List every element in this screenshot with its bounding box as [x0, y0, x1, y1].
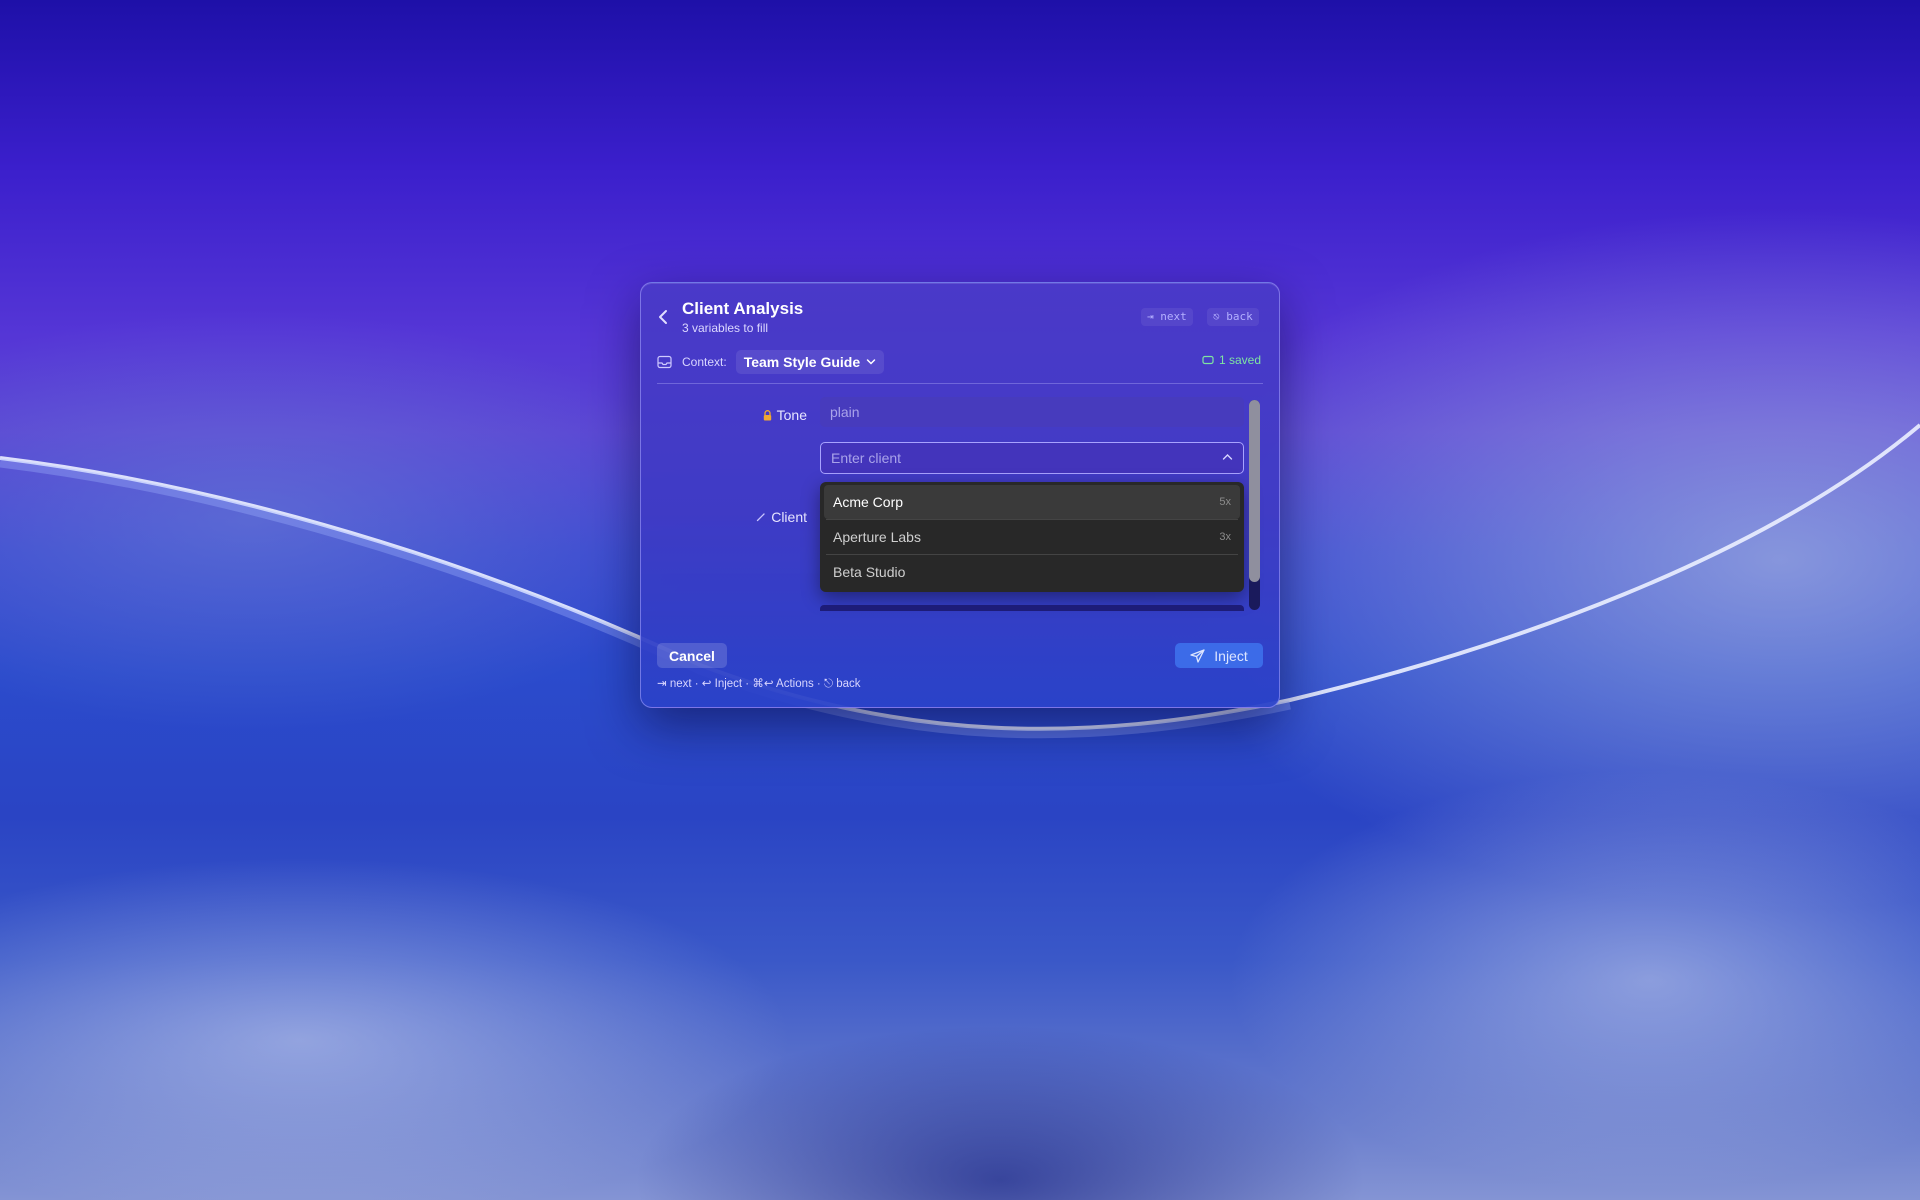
suggestion-item-acme-corp[interactable]: Acme Corp 5x: [824, 485, 1240, 519]
suggestion-item-aperture-labs[interactable]: Aperture Labs 3x: [824, 520, 1240, 554]
client-label: Client: [751, 509, 807, 525]
context-select[interactable]: Team Style Guide: [735, 350, 885, 374]
context-selected-value: Team Style Guide: [743, 354, 861, 370]
tone-label-text: Tone: [776, 407, 807, 423]
chevron-left-icon: [659, 310, 667, 324]
cancel-button[interactable]: Cancel: [657, 643, 727, 668]
scrollbar-thumb[interactable]: [1249, 400, 1260, 582]
lock-icon: [763, 409, 771, 420]
inject-button[interactable]: Inject: [1175, 643, 1263, 668]
pencil-icon: [757, 513, 765, 522]
inject-button-label: Inject: [1214, 647, 1248, 664]
chevron-up-icon[interactable]: [1222, 453, 1233, 461]
next-shortcut-hint: ⇥ next: [1141, 308, 1193, 326]
send-icon: [1190, 648, 1205, 663]
chevron-down-icon: [866, 359, 876, 365]
inbox-icon: [657, 355, 672, 369]
dialog-subtitle: 3 variables to fill: [682, 321, 769, 335]
dialog-title: Client Analysis: [682, 299, 804, 318]
back-shortcut-hint: ⎋ back: [1207, 308, 1259, 326]
back-button[interactable]: [655, 307, 673, 327]
context-label: Context:: [682, 355, 727, 369]
client-label-text: Client: [771, 509, 807, 525]
client-suggestions-dropdown: Acme Corp 5x Aperture Labs 3x Beta Studi…: [820, 482, 1244, 592]
suggestion-label: Beta Studio: [833, 564, 906, 580]
saved-status: 1 saved: [1202, 353, 1261, 367]
keyboard-hint: ⇥ next · ↩ Inject · ⌘↩ Actions · ⎋ back: [657, 678, 861, 690]
suggestion-item-beta-studio[interactable]: Beta Studio: [824, 555, 1240, 589]
tone-input[interactable]: plain: [820, 397, 1244, 427]
suggestion-count: 5x: [1219, 496, 1231, 508]
header-divider: [657, 383, 1263, 384]
tone-label: Tone: [759, 407, 807, 423]
context-row: Context: Team Style Guide: [657, 349, 885, 375]
suggestion-count: 3x: [1219, 531, 1231, 543]
saved-status-text: 1 saved: [1218, 353, 1261, 367]
client-input[interactable]: Enter client: [820, 442, 1244, 474]
badge-icon: [1202, 355, 1214, 365]
variable-fill-dialog: Client Analysis 3 variables to fill ⇥ ne…: [640, 282, 1280, 708]
suggestion-label: Acme Corp: [833, 494, 904, 510]
next-field-edge: [820, 605, 1244, 611]
suggestion-label: Aperture Labs: [833, 529, 921, 545]
client-input-placeholder: Enter client: [831, 450, 902, 466]
